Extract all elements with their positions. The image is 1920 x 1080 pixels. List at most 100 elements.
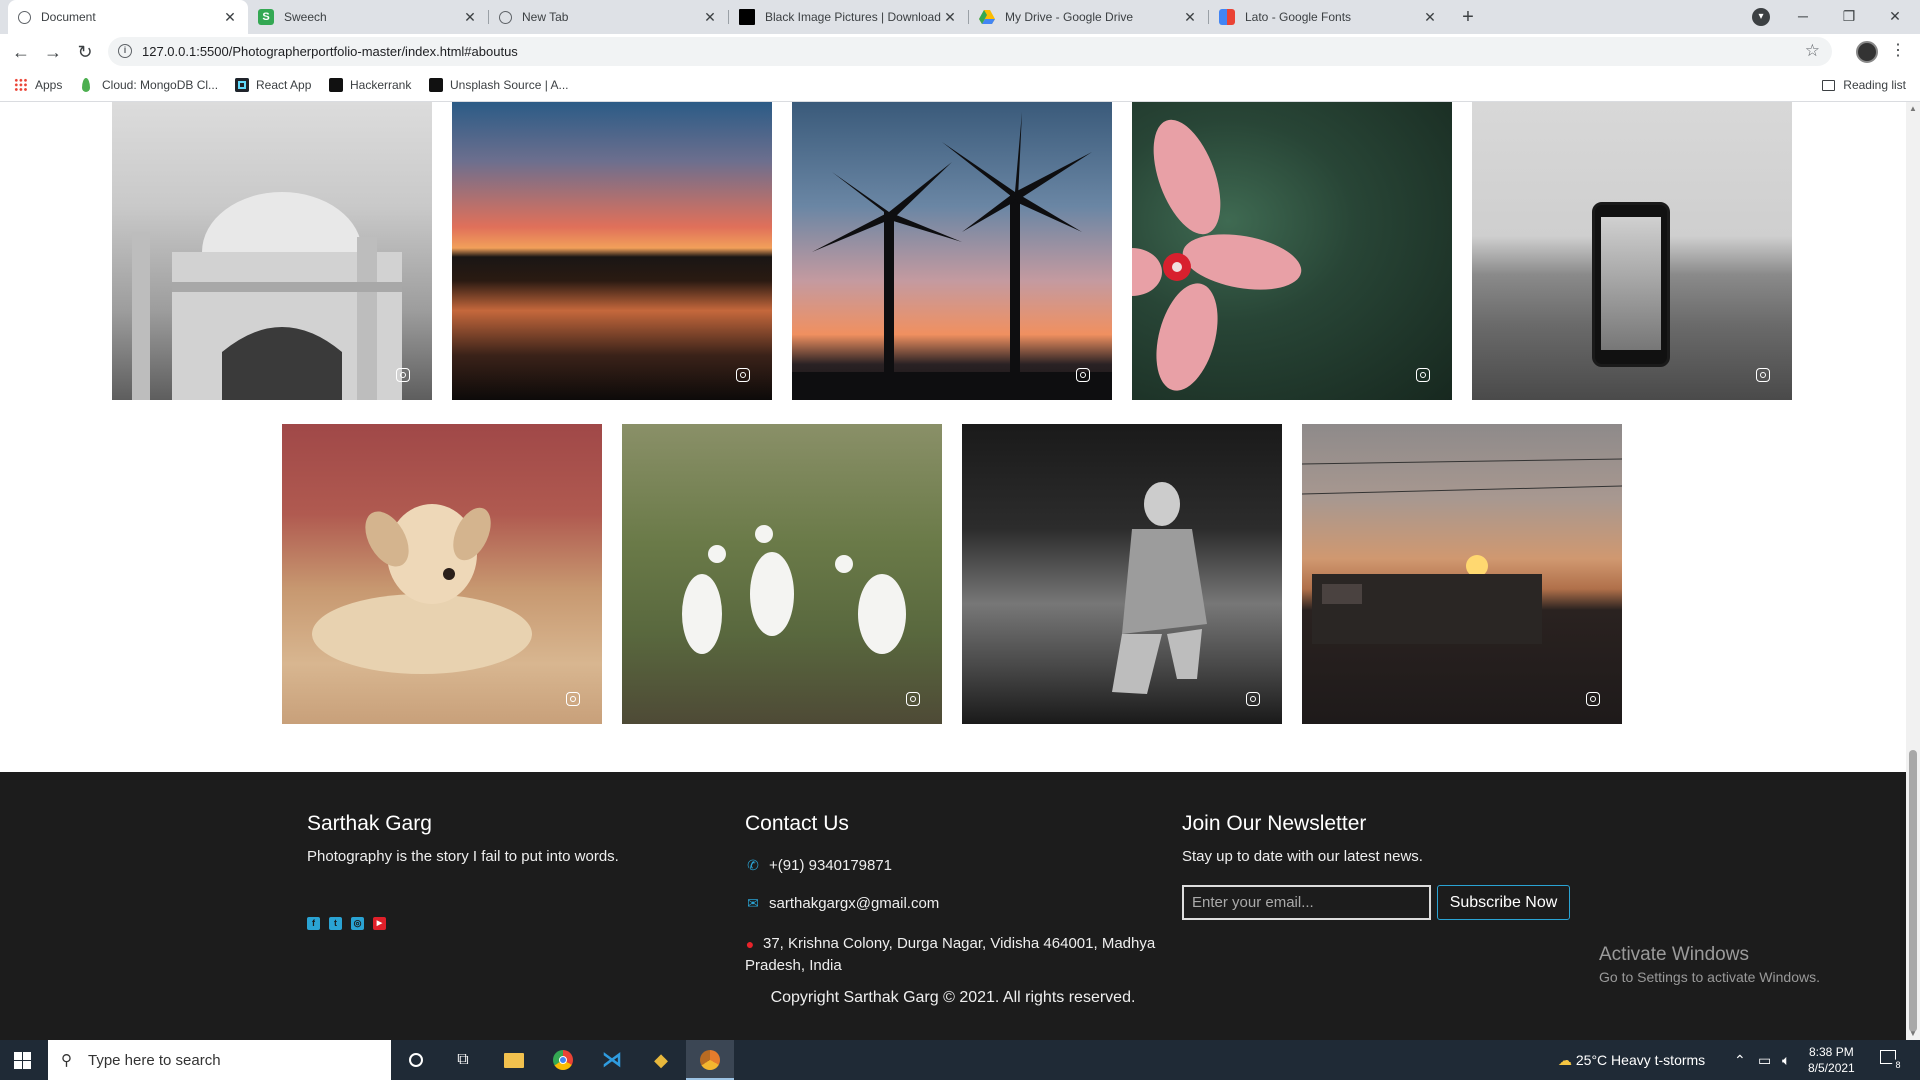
subscribe-button[interactable]: Subscribe Now	[1437, 885, 1570, 920]
tray-chevron-icon[interactable]: ⌃	[1734, 1052, 1746, 1069]
windows-taskbar: ⚲ Type here to search ⧉ ⋊ ◆ ☁ 25°C Heavy…	[0, 1040, 1920, 1080]
tab-search-icon[interactable]: ▾	[1752, 8, 1770, 26]
cortana-icon[interactable]	[404, 1048, 428, 1072]
address-text: 37, Krishna Colony, Durga Nagar, Vidisha…	[745, 933, 1155, 977]
bookmark-apps[interactable]: Apps	[14, 78, 62, 92]
footer-tagline: Photography is the story I fail to put i…	[307, 848, 619, 865]
task-view-icon[interactable]: ⧉	[451, 1048, 475, 1072]
bookmark-react-app[interactable]: React App	[235, 78, 311, 92]
url-text[interactable]: 127.0.0.1:5500/Photographerportfolio-mas…	[142, 44, 518, 59]
menu-kebab-icon[interactable]: ⋮	[1890, 40, 1906, 60]
bookmark-label: Apps	[35, 78, 63, 92]
close-tab-icon[interactable]: ✕	[222, 9, 238, 26]
gallery-photo-palm-trees[interactable]	[792, 102, 1112, 400]
windows-start-icon[interactable]	[14, 1052, 31, 1069]
footer-about: Sarthak Garg Photography is the story I …	[307, 812, 619, 865]
contact-heading: Contact Us	[745, 812, 849, 835]
close-tab-icon[interactable]: ✕	[462, 9, 478, 26]
git-app-icon[interactable]: ◆	[649, 1048, 673, 1072]
instagram-icon[interactable]	[736, 368, 750, 382]
newsletter-email-input[interactable]	[1182, 885, 1431, 920]
close-window-button[interactable]: ✕	[1872, 0, 1918, 34]
phone-text: +(91) 9340179871	[769, 857, 893, 874]
taskbar-search-placeholder: Type here to search	[88, 1051, 221, 1069]
notification-center-icon[interactable]: 8	[1880, 1050, 1904, 1071]
scrollbar-thumb[interactable]	[1909, 750, 1917, 1032]
reading-list-button[interactable]: Reading list	[1822, 78, 1906, 92]
reading-list-label: Reading list	[1843, 78, 1906, 92]
train-illustration	[1302, 458, 1622, 644]
gallery-photo-sunset-lake[interactable]	[452, 102, 772, 400]
profile-avatar[interactable]	[1856, 41, 1878, 63]
forward-icon[interactable]: →	[41, 40, 65, 64]
gallery-photo-train-sunrise[interactable]	[1302, 424, 1622, 724]
taskbar-search-box[interactable]: ⚲ Type here to search	[48, 1040, 391, 1080]
close-tab-icon[interactable]: ✕	[702, 9, 718, 26]
instagram-icon[interactable]	[1246, 692, 1260, 706]
tab-lato-google-fonts[interactable]: Lato - Google Fonts ✕	[1209, 0, 1448, 34]
facebook-icon[interactable]: f	[307, 917, 320, 930]
bookmark-unsplash[interactable]: Unsplash Source | A...	[429, 78, 569, 92]
gallery-photo-phone-lake[interactable]	[1472, 102, 1792, 400]
palm-silhouette	[792, 112, 1112, 400]
restore-button[interactable]: ❐	[1826, 0, 1872, 34]
instagram-icon[interactable]	[396, 368, 410, 382]
contact-email[interactable]: ✉ sarthakgargx@gmail.com	[745, 895, 939, 912]
scroll-down-arrow-icon[interactable]: ▼	[1908, 1029, 1918, 1038]
instagram-icon[interactable]	[1756, 368, 1770, 382]
page-scrollbar[interactable]: ▲ ▼	[1906, 102, 1920, 1040]
file-explorer-icon[interactable]	[502, 1048, 526, 1072]
youtube-icon[interactable]: ▶	[373, 917, 386, 930]
close-tab-icon[interactable]: ✕	[942, 9, 958, 26]
copyright-text: Copyright Sarthak Garg © 2021. All right…	[770, 989, 1136, 1006]
reload-icon[interactable]: ↻	[73, 40, 97, 64]
address-bar[interactable]: i 127.0.0.1:5500/Photographerportfolio-m…	[108, 37, 1832, 66]
drive-icon	[979, 9, 995, 25]
new-tab-button[interactable]: +	[1455, 4, 1481, 30]
tab-black-image-pictures[interactable]: Black Image Pictures | Download ✕	[729, 0, 968, 34]
gallery-photo-puppy[interactable]	[282, 424, 602, 724]
globe-icon	[499, 10, 512, 24]
hackerrank-icon	[329, 78, 343, 92]
twitter-icon[interactable]: t	[329, 917, 342, 930]
gallery-photo-old-man[interactable]	[962, 424, 1282, 724]
clock-date: 8/5/2021	[1808, 1061, 1855, 1075]
tab-strip: Document ✕ S Sweech ✕ New Tab ✕ Black Im…	[0, 0, 1920, 34]
close-tab-icon[interactable]: ✕	[1182, 9, 1198, 26]
instagram-icon[interactable]: ◎	[351, 917, 364, 930]
tab-sweech[interactable]: S Sweech ✕	[248, 0, 488, 34]
gallery-photo-egrets[interactable]	[622, 424, 942, 724]
tab-title: My Drive - Google Drive	[1005, 10, 1134, 24]
tab-title: Sweech	[284, 10, 327, 24]
tab-new-tab[interactable]: New Tab ✕	[489, 0, 728, 34]
weather-text: 25°C Heavy t-storms	[1575, 1052, 1706, 1068]
vscode-icon[interactable]: ⋊	[600, 1048, 624, 1072]
instagram-icon[interactable]	[1586, 692, 1600, 706]
site-info-icon[interactable]: i	[118, 44, 132, 58]
instagram-icon[interactable]	[566, 692, 580, 706]
tab-google-drive[interactable]: My Drive - Google Drive ✕	[969, 0, 1208, 34]
taskbar-active-app[interactable]	[686, 1040, 734, 1080]
notification-count: 8	[1892, 1059, 1904, 1071]
minimize-button[interactable]: ─	[1780, 0, 1826, 34]
gallery-photo-taj-mahal[interactable]	[112, 102, 432, 400]
contact-phone[interactable]: ✆ +(91) 9340179871	[745, 857, 892, 874]
chrome-icon[interactable]	[551, 1048, 575, 1072]
weather-widget[interactable]: ☁ 25°C Heavy t-storms	[1558, 1052, 1705, 1069]
gallery-photo-pink-flower[interactable]	[1132, 102, 1452, 400]
instagram-icon[interactable]	[1076, 368, 1090, 382]
instagram-icon[interactable]	[906, 692, 920, 706]
tab-title: Black Image Pictures | Download	[765, 10, 941, 24]
volume-icon[interactable]: 🔈︎	[1782, 1052, 1790, 1069]
instagram-icon[interactable]	[1416, 368, 1430, 382]
scroll-up-arrow-icon[interactable]: ▲	[1908, 104, 1918, 113]
back-icon[interactable]: ←	[9, 40, 33, 64]
tab-document[interactable]: Document ✕	[8, 0, 248, 34]
apps-grid-icon	[14, 78, 28, 92]
bookmark-mongodb[interactable]: Cloud: MongoDB Cl...	[82, 78, 218, 92]
network-icon[interactable]: ▭	[1758, 1052, 1771, 1069]
bookmark-star-icon[interactable]: ☆	[1805, 41, 1820, 61]
bookmark-hackerrank[interactable]: Hackerrank	[329, 78, 411, 92]
system-clock[interactable]: 8:38 PM 8/5/2021	[1808, 1044, 1855, 1076]
close-tab-icon[interactable]: ✕	[1422, 9, 1438, 26]
